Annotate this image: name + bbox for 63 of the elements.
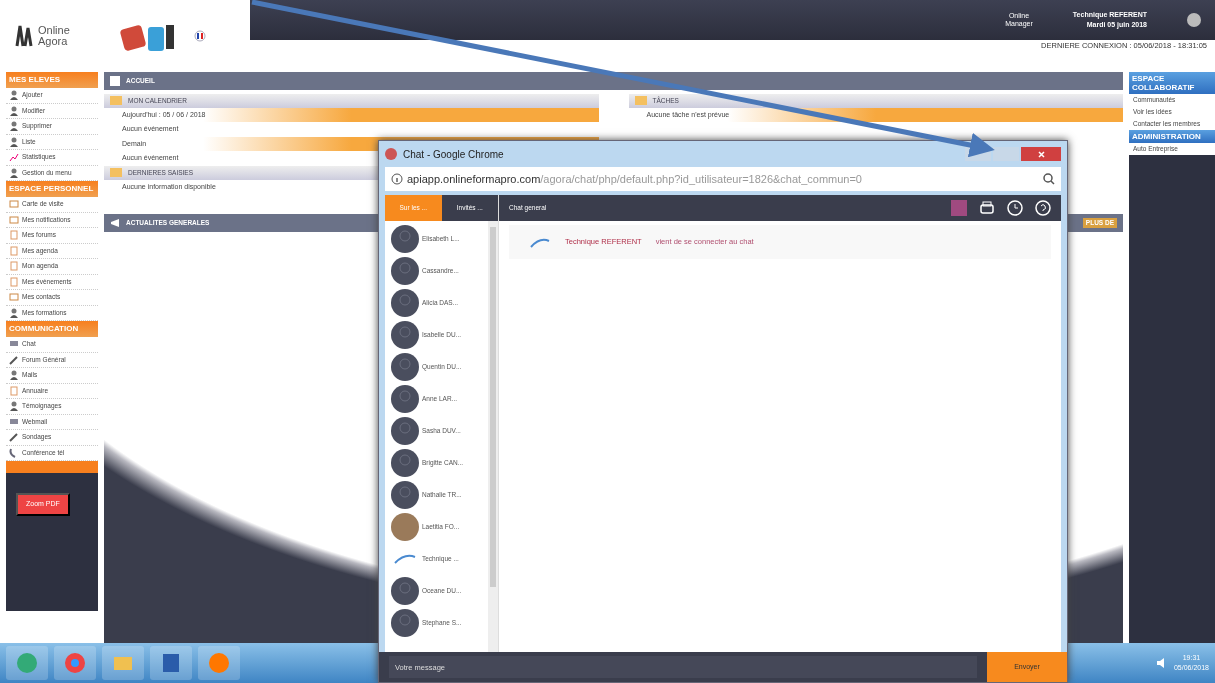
document-icon xyxy=(9,276,19,287)
address-bar[interactable]: apiapp.onlineformapro.com/agora/chat/php/default.php?id_utilisateur=1826&chat_commun=0 xyxy=(385,167,1061,191)
browser-icon xyxy=(385,148,397,160)
scrollbar-thumb[interactable] xyxy=(490,227,496,587)
search-icon[interactable] xyxy=(1043,173,1055,185)
avatar-icon xyxy=(391,449,419,477)
document-icon xyxy=(9,230,19,241)
pen-icon xyxy=(9,432,19,443)
logo-text: Online xyxy=(38,25,70,36)
document-icon xyxy=(9,385,19,396)
card-icon xyxy=(9,292,19,303)
megaphone-icon xyxy=(110,218,120,228)
logo-icon xyxy=(14,24,34,48)
avatar-icon xyxy=(391,289,419,317)
person-icon xyxy=(9,90,19,101)
avatar-icon xyxy=(391,257,419,285)
home-icon xyxy=(110,76,120,86)
chat-icon xyxy=(9,416,19,427)
person-icon xyxy=(9,136,19,147)
close-button[interactable] xyxy=(1021,147,1061,161)
avatar-icon xyxy=(391,481,419,509)
document-icon xyxy=(9,261,19,272)
avatar-icon xyxy=(391,353,419,381)
avatar-icon xyxy=(391,321,419,349)
photo-placeholder xyxy=(391,513,419,541)
folder-icon xyxy=(110,168,122,178)
section-header: ADMINISTRATION xyxy=(1129,129,1215,143)
person-icon xyxy=(9,167,19,178)
section-header: ESPACE PERSONNEL xyxy=(6,181,98,197)
info-icon xyxy=(391,173,403,185)
person-icon xyxy=(9,121,19,132)
avatar-icon xyxy=(391,577,419,605)
clock-icon[interactable] xyxy=(1007,200,1023,216)
folder-icon xyxy=(634,96,647,106)
logo-text: Agora xyxy=(38,36,69,47)
avatar-icon xyxy=(391,609,419,637)
speaker-icon xyxy=(1155,658,1166,668)
person-icon xyxy=(9,370,19,381)
avatar-icon xyxy=(391,225,419,253)
person-icon xyxy=(9,105,19,116)
help-icon[interactable] xyxy=(1035,200,1051,216)
chart-icon xyxy=(9,152,19,163)
section-header: MES ELEVES xyxy=(6,72,98,88)
printer-icon[interactable] xyxy=(979,200,995,216)
avatar-icon xyxy=(391,417,419,445)
close-icon xyxy=(1037,150,1045,158)
start-button[interactable] xyxy=(6,646,48,680)
url-text: apiapp.onlineformapro.com/agora/chat/php/default.php?id_utilisateur=1826&chat_commun=0 xyxy=(407,171,862,187)
section-header: ESPACE COLLABORATIF xyxy=(1129,72,1215,95)
person-icon xyxy=(9,401,19,412)
person-icon xyxy=(9,307,19,318)
user-avatar-icon[interactable] xyxy=(1187,13,1201,27)
start-icon xyxy=(16,652,38,674)
pen-icon xyxy=(9,354,19,365)
avatar-icon xyxy=(391,385,419,413)
card-icon xyxy=(9,214,19,225)
flag-icon[interactable] xyxy=(194,29,206,43)
section-header: COMMUNICATION xyxy=(6,321,98,337)
card-icon xyxy=(9,199,19,210)
folder-icon xyxy=(110,96,122,106)
color-swatch-icon[interactable] xyxy=(951,200,967,216)
document-icon xyxy=(9,245,19,256)
window-title: Chat - Google Chrome xyxy=(403,147,504,162)
